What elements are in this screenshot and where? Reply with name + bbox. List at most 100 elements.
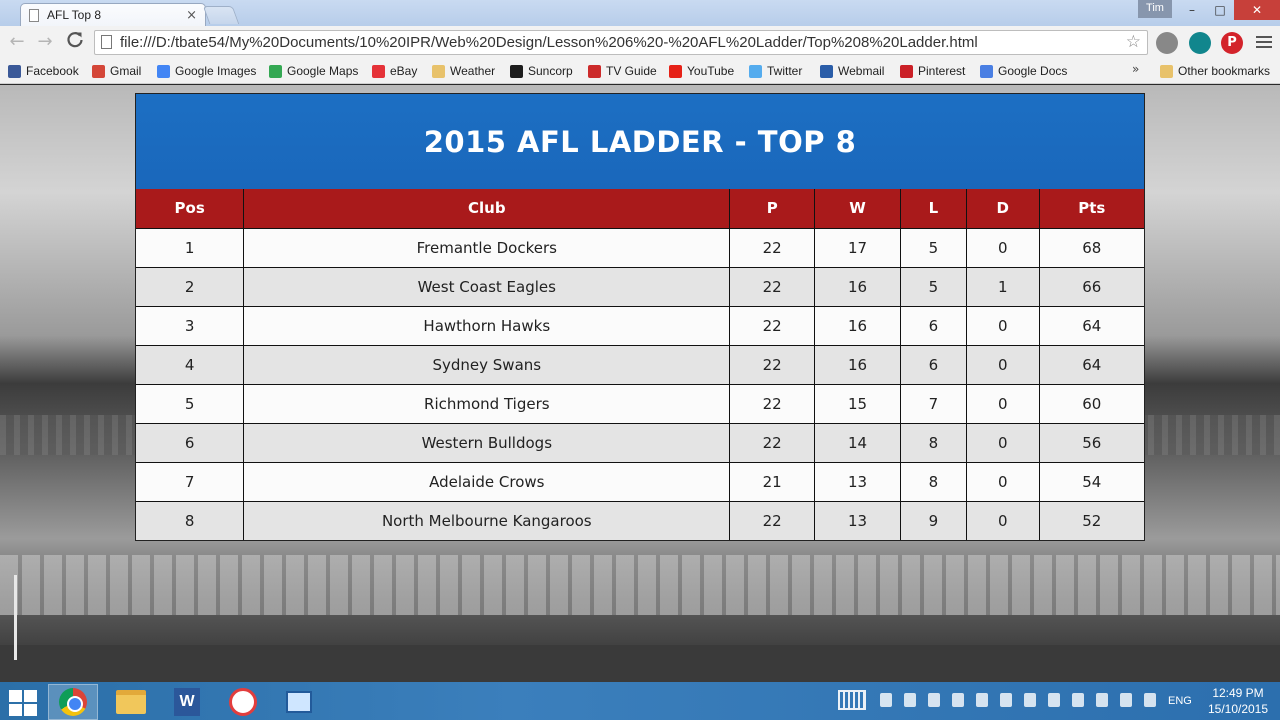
cell-pos: 4	[136, 345, 245, 385]
bookmark-star-icon[interactable]: ☆	[1126, 32, 1141, 52]
cell-played: 22	[729, 384, 816, 424]
bluetooth-icon[interactable]	[1000, 693, 1012, 707]
cell-drawn: 0	[966, 462, 1040, 502]
folder-icon	[432, 64, 445, 78]
cell-won: 17	[814, 228, 901, 268]
bookmark-google-docs[interactable]: Google Docs	[980, 62, 1067, 80]
ladder-header: 2015 AFL LADDER - TOP 8	[136, 94, 1144, 189]
bookmark-twitter[interactable]: Twitter	[749, 62, 802, 80]
tray-icon[interactable]	[928, 693, 940, 707]
bookmark-ebay[interactable]: eBay	[372, 62, 417, 80]
tray-icon[interactable]	[880, 693, 892, 707]
tray-icon[interactable]	[1072, 693, 1084, 707]
tab-title: AFL Top 8	[47, 8, 102, 22]
bookmark-youtube[interactable]: YouTube	[669, 62, 734, 80]
system-clock[interactable]: 12:49 PM 15/10/2015	[1200, 685, 1276, 717]
cell-drawn: 0	[966, 345, 1040, 385]
bookmark-label: YouTube	[687, 64, 735, 78]
windows-start-button[interactable]	[6, 688, 40, 716]
windows-taskbar: W ENG 12:49 PM 15/10/2015	[0, 682, 1280, 720]
bookmark-webmail[interactable]: Webmail	[820, 62, 884, 80]
browser-titlebar: AFL Top 8 × Tim – □ ✕	[0, 0, 1280, 26]
cell-club: Western Bulldogs	[243, 423, 731, 463]
cell-played: 22	[729, 306, 816, 346]
bookmark-label: Google Images	[175, 64, 257, 78]
bookmark-google-images[interactable]: Google Images	[157, 62, 256, 80]
minimize-button[interactable]: –	[1178, 0, 1206, 20]
address-bar[interactable]: file:///D:/tbate54/My%20Documents/10%20I…	[94, 30, 1148, 55]
cell-pos: 2	[136, 267, 245, 307]
tray-icon[interactable]	[1048, 693, 1060, 707]
suncorp-icon	[510, 64, 523, 78]
other-bookmarks[interactable]: Other bookmarks	[1160, 62, 1270, 80]
bookmark-tv-guide[interactable]: TV Guide	[588, 62, 657, 80]
table-header-row: Pos Club P W L D Pts	[136, 189, 1144, 229]
tray-icon[interactable]	[952, 693, 964, 707]
taskbar-snipping-tool[interactable]	[218, 684, 268, 720]
tray-icon[interactable]	[976, 693, 988, 707]
stadium-background	[0, 645, 1280, 682]
bookmark-label: Gmail	[110, 64, 142, 78]
new-tab-button[interactable]	[202, 6, 240, 24]
bookmark-suncorp[interactable]: Suncorp	[510, 62, 573, 80]
taskbar-word[interactable]: W	[162, 684, 212, 720]
profile-button[interactable]: Tim	[1138, 0, 1172, 18]
cell-pos: 8	[136, 501, 245, 540]
bookmark-label: Twitter	[767, 64, 803, 78]
volume-icon[interactable]	[1120, 693, 1132, 707]
bookmark-weather[interactable]: Weather	[432, 62, 495, 80]
bookmark-label: Facebook	[26, 64, 79, 78]
forward-button[interactable]: →	[34, 31, 56, 53]
bookmarks-bar: Facebook Gmail Google Images Google Maps…	[0, 58, 1280, 84]
tray-icon[interactable]	[904, 693, 916, 707]
extension-icon[interactable]	[1189, 32, 1211, 54]
cell-played: 22	[729, 501, 816, 540]
taskbar-chrome[interactable]	[48, 684, 98, 720]
bookmark-gmail[interactable]: Gmail	[92, 62, 141, 80]
table-row: 5 Richmond Tigers 22 15 7 0 60	[136, 384, 1144, 424]
cell-points: 66	[1039, 267, 1144, 307]
ladder-table-container: 2015 AFL LADDER - TOP 8 Pos Club P W L D…	[135, 93, 1145, 541]
bookmark-pinterest[interactable]: Pinterest	[900, 62, 965, 80]
chrome-menu-icon[interactable]	[1256, 36, 1272, 51]
cell-pos: 6	[136, 423, 245, 463]
battery-icon[interactable]	[1096, 693, 1108, 707]
close-window-button[interactable]: ✕	[1234, 0, 1280, 20]
touch-keyboard-icon[interactable]	[838, 690, 866, 710]
back-button[interactable]: ←	[6, 31, 28, 53]
cell-points: 60	[1039, 384, 1144, 424]
bookmark-google-maps[interactable]: Google Maps	[269, 62, 358, 80]
taskbar-remote-desktop[interactable]	[274, 684, 324, 720]
page-title: 2015 AFL LADDER - TOP 8	[423, 124, 857, 159]
bookmark-facebook[interactable]: Facebook	[8, 62, 79, 80]
cell-played: 22	[729, 423, 816, 463]
column-header-lost: L	[900, 189, 967, 229]
more-bookmarks-button[interactable]: »	[1132, 62, 1139, 76]
network-icon[interactable]	[1144, 693, 1156, 707]
taskbar-file-explorer[interactable]	[106, 684, 156, 720]
cell-pos: 3	[136, 306, 245, 346]
column-header-won: W	[814, 189, 901, 229]
browser-tab[interactable]: AFL Top 8 ×	[20, 3, 206, 26]
pinterest-extension-icon[interactable]: P	[1221, 32, 1243, 54]
table-row: 1 Fremantle Dockers 22 17 5 0 68	[136, 228, 1144, 268]
extension-icon[interactable]	[1156, 32, 1178, 54]
cell-drawn: 0	[966, 384, 1040, 424]
maximize-button[interactable]: □	[1206, 0, 1234, 20]
close-tab-icon[interactable]: ×	[186, 8, 197, 23]
cell-played: 22	[729, 267, 816, 307]
cell-club: North Melbourne Kangaroos	[243, 501, 731, 540]
column-header-drawn: D	[966, 189, 1040, 229]
cell-won: 13	[814, 462, 901, 502]
reload-button[interactable]	[64, 31, 86, 53]
stadium-background	[0, 555, 1280, 615]
bookmark-label: Webmail	[838, 64, 885, 78]
cell-played: 22	[729, 345, 816, 385]
remote-desktop-icon	[286, 691, 312, 713]
tray-icon[interactable]	[1024, 693, 1036, 707]
cell-club: Adelaide Crows	[243, 462, 731, 502]
bookmark-label: Weather	[450, 64, 496, 78]
language-indicator[interactable]: ENG	[1168, 695, 1192, 707]
bookmark-label: Google Docs	[998, 64, 1068, 78]
file-explorer-icon	[116, 690, 146, 714]
